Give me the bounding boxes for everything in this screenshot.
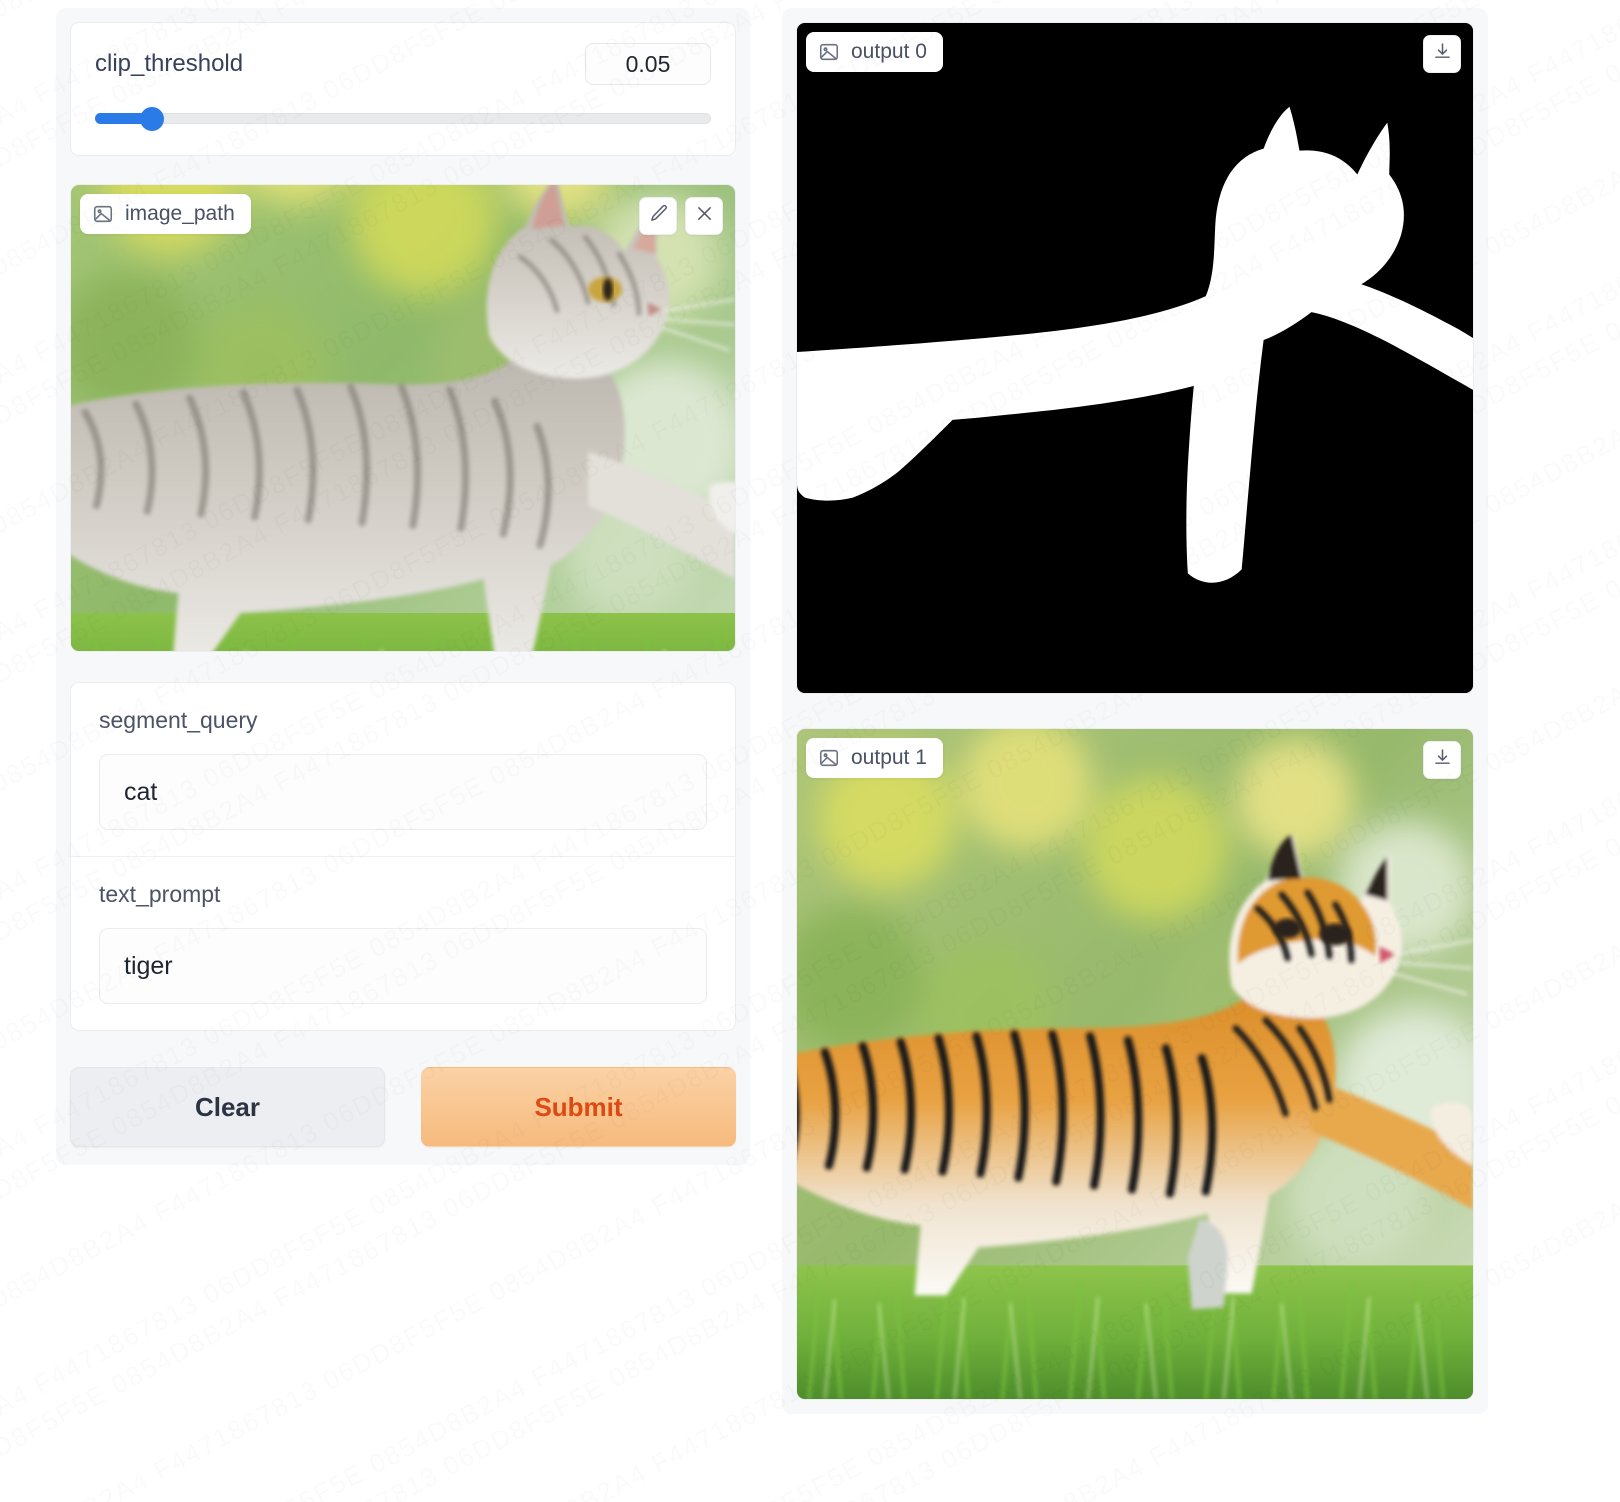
output-0-tag: output 0 [806, 32, 943, 72]
slider-fill [95, 113, 145, 124]
action-buttons: Clear Submit [70, 1067, 736, 1147]
clear-image-button[interactable] [685, 197, 723, 235]
download-output-0-button[interactable] [1423, 35, 1461, 73]
input-column: clip_threshold 0.05 image_path segment_q… [56, 8, 750, 1165]
cat-photo [71, 185, 735, 651]
app-root: 06DD8F5F5E 0854D8B2A4 F4471867813 06DD8F… [0, 0, 1620, 1502]
pencil-icon [648, 203, 669, 229]
output-1-actions [1423, 741, 1461, 779]
slider-thumb[interactable] [140, 107, 165, 131]
download-icon [1432, 747, 1453, 773]
output-0-panel[interactable]: output 0 [796, 22, 1474, 694]
segmentation-mask-image [797, 23, 1473, 693]
output-1-tag-label: output 1 [851, 746, 927, 769]
image-icon [818, 41, 840, 63]
clear-button[interactable]: Clear [70, 1067, 385, 1147]
output-column: output 0 output 1 [782, 8, 1488, 1414]
image-path-actions [639, 197, 723, 235]
output-0-actions [1423, 35, 1461, 73]
text-prompt-field-block: text_prompt tiger [71, 856, 735, 1030]
submit-button[interactable]: Submit [421, 1067, 736, 1147]
slider-header: clip_threshold 0.05 [95, 43, 711, 85]
image-icon [818, 747, 840, 769]
download-output-1-button[interactable] [1423, 741, 1461, 779]
output-1-tag: output 1 [806, 738, 943, 778]
output-1-panel[interactable]: output 1 [796, 728, 1474, 1400]
clip-threshold-slider-card: clip_threshold 0.05 [70, 22, 736, 156]
output-1-preview [797, 729, 1473, 1399]
segment-query-label: segment_query [99, 707, 258, 733]
image-icon [92, 203, 114, 225]
download-icon [1432, 41, 1453, 67]
text-prompt-input[interactable]: tiger [99, 928, 707, 1004]
image-path-tag-label: image_path [125, 202, 235, 225]
image-path-panel[interactable]: image_path [70, 184, 736, 652]
segment-query-field-block: segment_query cat [71, 683, 735, 856]
segment-query-input[interactable]: cat [99, 754, 707, 830]
close-icon [694, 203, 715, 229]
slider-track[interactable] [95, 113, 711, 124]
clip-threshold-label: clip_threshold [95, 50, 244, 77]
output-0-tag-label: output 0 [851, 40, 927, 63]
clip-threshold-slider[interactable] [95, 107, 711, 131]
image-path-preview [71, 185, 735, 651]
tiger-photo [797, 729, 1473, 1399]
output-0-preview [797, 23, 1473, 693]
text-prompt-label: text_prompt [99, 881, 221, 907]
image-path-tag: image_path [80, 194, 251, 234]
clip-threshold-number-input[interactable]: 0.05 [585, 43, 711, 85]
text-fields-card: segment_query cat text_prompt tiger [70, 682, 736, 1031]
edit-image-button[interactable] [639, 197, 677, 235]
